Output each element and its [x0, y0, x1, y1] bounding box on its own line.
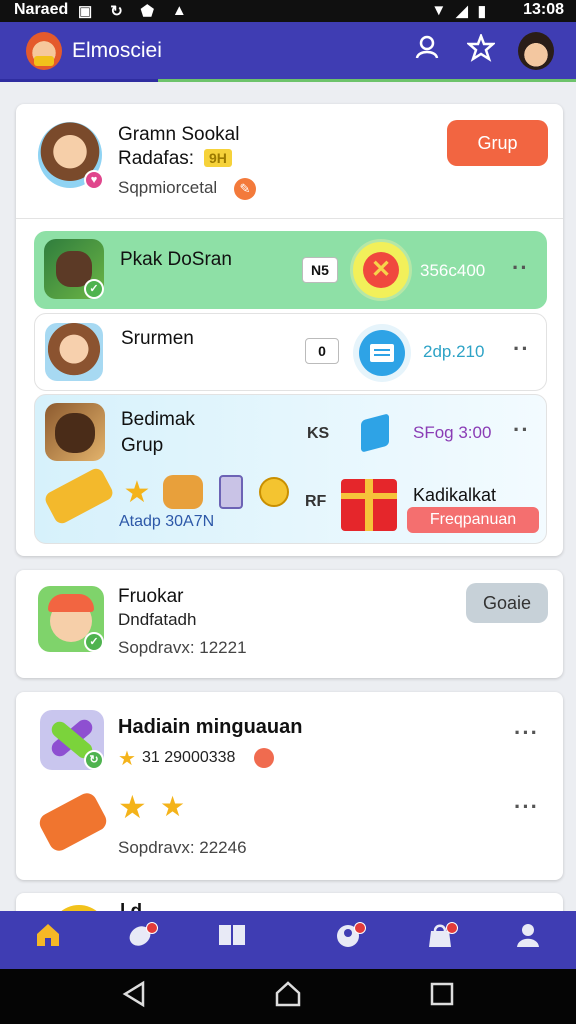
gift-icon [341, 479, 397, 531]
list-item[interactable]: ✓ Pkak DoSran N5 ✕ 356c400 ·· [34, 231, 547, 309]
sync-icon: ↻ [110, 3, 123, 20]
star-item-icon: ★ [118, 789, 147, 825]
status-bar: Naraed ▣ ↻ ⬟ ▲ ▼ ◢ ▮ 13:08 [0, 0, 576, 22]
recents-icon[interactable] [422, 979, 462, 1015]
carrier-label: Naraed [14, 1, 69, 18]
group-button[interactable]: Grup [447, 120, 548, 166]
item-code: KS [307, 425, 330, 442]
status-right-icons: ▼ ◢ ▮ [431, 2, 486, 20]
crate-item-icon [163, 475, 203, 509]
profile-subtitle: Radafas: [118, 148, 195, 169]
group-action-button[interactable]: Goaie [466, 583, 548, 623]
potion-item-icon [219, 475, 243, 509]
level-badge: 9H [204, 149, 232, 167]
more-options-icon[interactable]: ·· [513, 417, 530, 443]
tab-indicator [0, 79, 576, 82]
item-amount: SFog 3:00 [413, 423, 492, 442]
star-item-icon: ★ [160, 791, 186, 822]
group-subtitle: Dndfatadh [118, 610, 197, 629]
group-meta: Sopdravx: 12221 [118, 638, 247, 657]
achievement-card[interactable]: ↻ Hadiain minguauan ★ 31 29000338 ··· ★ … [16, 692, 563, 880]
more-options-icon[interactable]: ·· [512, 255, 529, 281]
item-amount: 2dp.210 [423, 342, 485, 361]
reward-tag[interactable]: Freqpanuan [407, 507, 539, 533]
item-code: N5 [302, 257, 338, 283]
item-name: Srurmen [121, 328, 194, 349]
user-icon [517, 924, 539, 947]
more-options-icon[interactable]: ··· [514, 720, 539, 746]
home-system-icon[interactable] [268, 979, 308, 1015]
profile-card: ♥ Gramn Sookal Radafas: 9H Sqpmiorcetal … [16, 104, 563, 556]
notification-dot [354, 922, 366, 934]
bottom-navigation [0, 911, 576, 969]
item-amount: 356c400 [420, 261, 486, 280]
shield-icon: ⬟ [140, 3, 154, 20]
app-title: Elmosciei [72, 39, 162, 62]
fire-icon [254, 748, 274, 768]
ticket-item-icon [42, 465, 116, 527]
star-item-icon: ★ [123, 476, 151, 509]
more-options-icon[interactable]: ·· [513, 336, 530, 362]
item-name-secondary: Grup [121, 435, 164, 456]
star-icon: ★ [118, 748, 136, 770]
book-icon [219, 925, 245, 945]
item-avatar [45, 403, 105, 461]
reward-caption: Atadp 30A7N [119, 513, 215, 530]
profile-icon[interactable] [410, 34, 444, 68]
home-icon [37, 924, 59, 946]
user-avatar[interactable] [518, 32, 554, 70]
profile-status: Sqpmiorcetal [118, 178, 218, 197]
battery-icon: ▮ [477, 3, 486, 20]
nav-groups[interactable] [328, 920, 368, 960]
refresh-badge-icon: ↻ [84, 750, 104, 770]
app-logo-icon [26, 32, 62, 70]
item-code: 0 [305, 338, 339, 364]
item-name: Pkak DoSran [120, 249, 232, 270]
nav-home[interactable] [28, 920, 68, 960]
expanded-list-item[interactable]: Bedimak Grup KS SFog 3:00 ·· ★ Atadp 30A… [34, 394, 547, 544]
item-name: Bedimak [121, 409, 195, 430]
flame-icon: ✎ [234, 178, 256, 200]
nav-cards[interactable] [212, 920, 252, 960]
notification-dot [446, 922, 458, 934]
notification-icon: ▣ [78, 3, 93, 20]
profile-name: Gramn Sookal [118, 124, 240, 145]
ticket-item-icon [36, 789, 110, 855]
app-bar: Elmosciei [0, 22, 576, 82]
list-item[interactable]: Srurmen 0 2dp.210 ·· [34, 313, 547, 391]
card-circle-button[interactable] [353, 324, 411, 382]
more-options-icon[interactable]: ··· [514, 794, 539, 820]
status-time: 13:08 [523, 1, 564, 18]
upload-icon: ▲ [171, 2, 187, 19]
check-badge-icon: ✓ [84, 279, 104, 299]
group-card[interactable]: ✓ Fruokar Dndfatadh Sopdravx: 12221 Goai… [16, 570, 563, 678]
divider [16, 218, 563, 219]
coin-item-icon [259, 477, 289, 507]
reward-title: Kadikalkat [413, 485, 497, 505]
nav-feed[interactable] [120, 920, 160, 960]
item-avatar [45, 323, 103, 381]
wifi-icon: ▼ [431, 2, 447, 19]
achievement-title: Hadiain minguauan [118, 716, 303, 738]
verified-badge-icon: ♥ [84, 170, 104, 190]
reward-code: RF [305, 493, 327, 510]
box-icon [361, 413, 389, 453]
nav-shop[interactable] [420, 920, 460, 960]
action-circle-button[interactable]: ✕ [350, 239, 412, 301]
achievement-meta: Sopdravx: 22246 [118, 838, 247, 857]
achievement-score: 31 29000338 [142, 749, 236, 766]
back-icon[interactable] [114, 979, 154, 1015]
status-left-icons: ▣ ↻ ⬟ ▲ [78, 2, 187, 20]
group-name: Fruokar [118, 586, 184, 607]
signal-icon: ◢ [456, 3, 468, 20]
system-navigation [0, 969, 576, 1024]
nav-profile[interactable] [508, 920, 548, 960]
star-badge-icon[interactable] [464, 32, 498, 68]
notification-dot [146, 922, 158, 934]
check-badge-icon: ✓ [84, 632, 104, 652]
